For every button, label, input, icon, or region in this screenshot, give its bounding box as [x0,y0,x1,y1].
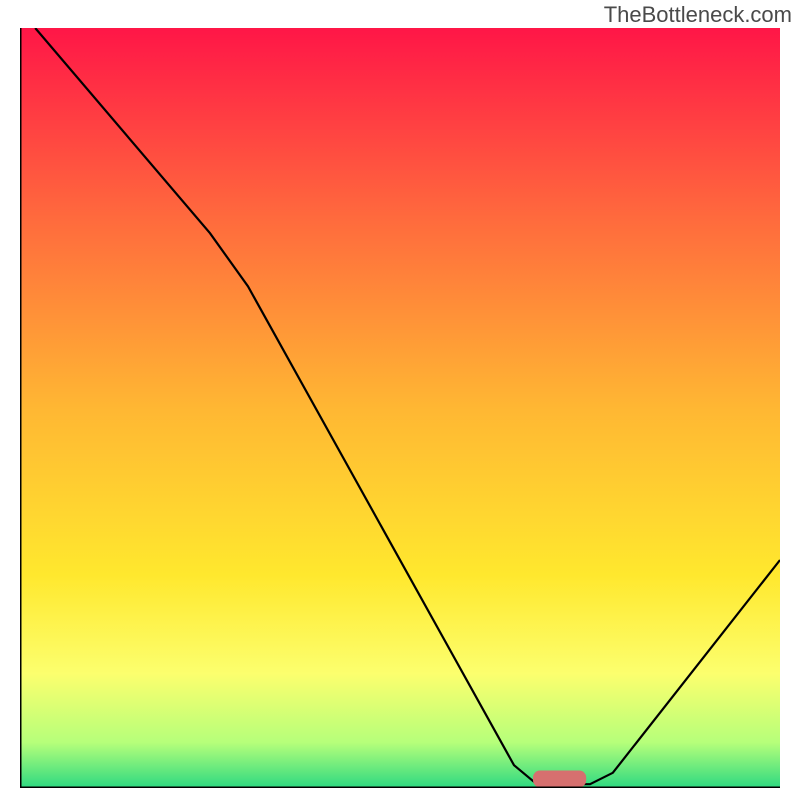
chart-area [20,28,780,788]
chart-container: TheBottleneck.com [0,0,800,800]
watermark-text: TheBottleneck.com [604,2,792,28]
chart-svg [20,28,780,788]
optimal-marker [533,771,586,788]
gradient-background [20,28,780,788]
